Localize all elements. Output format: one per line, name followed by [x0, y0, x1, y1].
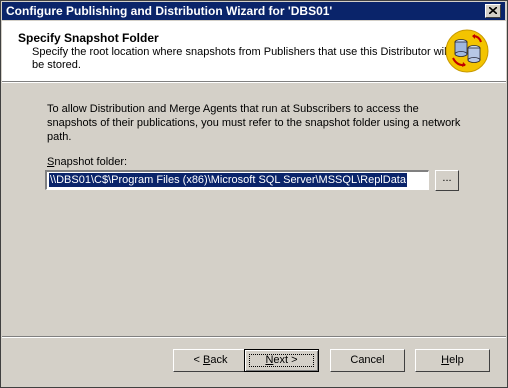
title-bar[interactable]: Configure Publishing and Distribution Wi…	[2, 2, 505, 20]
wizard-header: Specify Snapshot Folder Specify the root…	[2, 21, 506, 82]
wizard-window: Configure Publishing and Distribution Wi…	[0, 0, 508, 388]
browse-button[interactable]: ...	[435, 170, 459, 191]
focus-rectangle	[249, 354, 314, 367]
cancel-button[interactable]: Cancel	[330, 349, 405, 372]
footer-separator-highlight	[2, 337, 506, 338]
page-subtitle: Specify the root location where snapshot…	[32, 46, 449, 71]
header-separator	[2, 82, 506, 83]
close-button[interactable]	[485, 4, 501, 18]
close-icon	[489, 7, 497, 14]
snapshot-folder-label: Snapshot folder:	[47, 156, 127, 168]
next-button[interactable]: Next >	[244, 349, 319, 372]
back-button-label: ack	[210, 354, 228, 366]
intro-text: To allow Distribution and Merge Agents t…	[47, 103, 461, 143]
snapshot-folder-input[interactable]: \\DBS01\C$\Program Files (x86)\Microsoft…	[45, 170, 429, 190]
snapshot-folder-value: \\DBS01\C$\Program Files (x86)\Microsoft…	[49, 173, 407, 187]
back-button[interactable]: < Back	[173, 349, 248, 372]
distribution-database-icon	[445, 29, 489, 73]
help-button-mnemonic: H	[441, 354, 450, 366]
back-button-arrow: <	[193, 354, 203, 366]
snapshot-label-text: napshot folder:	[54, 156, 128, 168]
window-title: Configure Publishing and Distribution Wi…	[6, 4, 333, 18]
help-button[interactable]: Help	[415, 349, 490, 372]
help-button-label: elp	[449, 354, 464, 366]
page-title: Specify Snapshot Folder	[18, 31, 159, 45]
